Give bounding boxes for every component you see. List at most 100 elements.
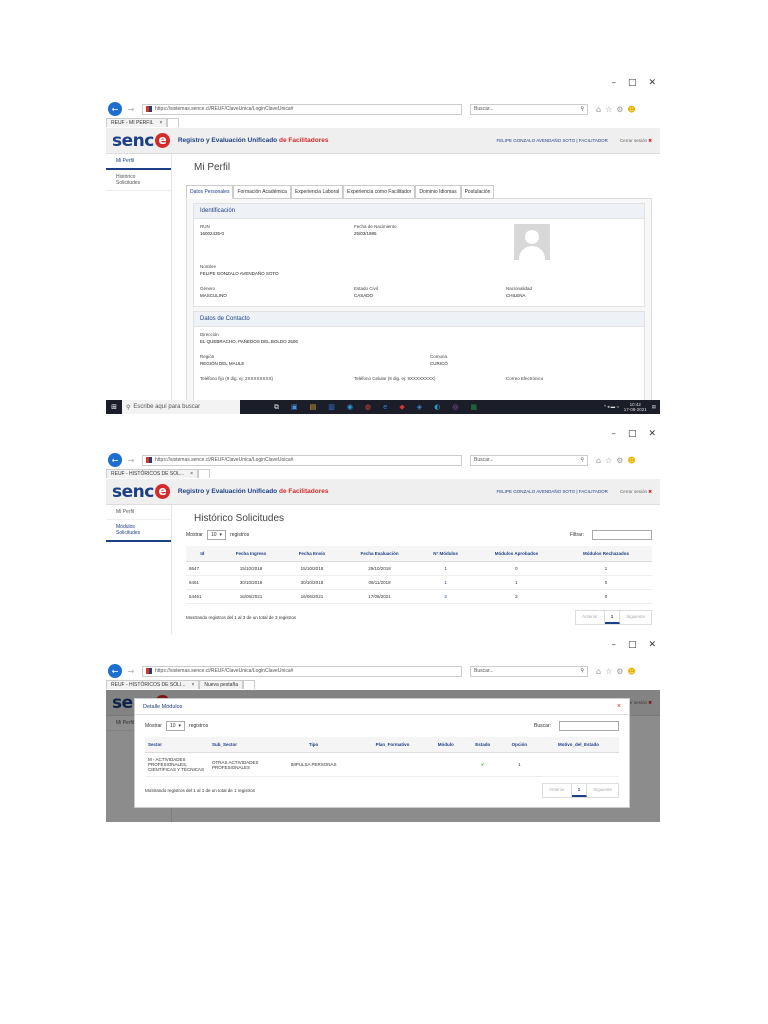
smiley-icon[interactable]: ☻ <box>627 456 635 465</box>
column-header[interactable]: Módulos Rechazados <box>560 546 652 562</box>
column-header[interactable]: Plan_Formativo <box>358 737 427 753</box>
cell-modules-link[interactable]: 1 <box>418 561 473 576</box>
tab-postulacion[interactable]: Postulación <box>460 185 495 199</box>
tab-idiomas[interactable]: Dominio Idiomas <box>415 185 461 199</box>
sidebar-item-mi-perfil[interactable]: Mi Perfil <box>106 505 171 520</box>
page-size-select[interactable]: 10 ▾ <box>206 530 227 540</box>
excel-icon[interactable]: ▦ <box>470 403 477 412</box>
column-header[interactable]: Id <box>186 546 219 562</box>
back-button[interactable]: ← <box>108 453 122 467</box>
url-input[interactable]: https://sistemas.sence.cl/REUF/ClaveUnic… <box>142 665 462 677</box>
logout-link[interactable]: Cerrar sesión ✖ <box>620 138 652 144</box>
close-window-button[interactable]: ✕ <box>648 78 656 96</box>
minimize-button[interactable]: – <box>611 429 616 447</box>
tab-close-icon[interactable]: × <box>190 471 193 477</box>
next-page-button[interactable]: Siguiente <box>587 784 618 797</box>
column-header[interactable]: Módulos Aprobados <box>472 546 561 562</box>
task-view-icon[interactable]: ⧉ <box>274 403 279 412</box>
column-header[interactable]: Estado <box>464 737 501 753</box>
column-header[interactable]: Motivo_del_Estado <box>537 737 619 753</box>
browser-tab-historico[interactable]: REUF - HISTÓRICOS DE SOLI... × <box>106 680 200 689</box>
forward-button[interactable]: → <box>124 453 138 467</box>
user-info[interactable]: FELIPE GONZALO AVENDAÑO SOTO | FACILITAD… <box>496 138 607 143</box>
browser-tab-new[interactable]: Nueva pestaña <box>199 680 244 689</box>
maximize-button[interactable]: □ <box>628 640 637 658</box>
page-1-button[interactable]: 1 <box>571 784 588 797</box>
tab-experiencia-laboral[interactable]: Experiencia Laboral <box>290 185 344 199</box>
cell-modules-link[interactable]: 1 <box>418 575 473 590</box>
settings-gear-icon[interactable]: ⚙ <box>616 456 623 465</box>
browser-search-input[interactable]: Buscar... ⚲ <box>470 103 588 115</box>
filter-input[interactable] <box>592 530 652 540</box>
app-icon[interactable]: ▥ <box>328 403 335 412</box>
close-icon[interactable]: × <box>617 703 621 710</box>
column-header[interactable]: Fecha Ingreso <box>218 546 284 562</box>
forward-button[interactable]: → <box>124 102 138 116</box>
taskbar-search[interactable]: ⚲ Escribe aquí para buscar <box>122 400 240 414</box>
favorites-star-icon[interactable]: ☆ <box>605 667 612 676</box>
browser-search-input[interactable]: Buscar... ⚲ <box>470 665 588 677</box>
app-icon[interactable]: ◐ <box>434 403 440 412</box>
next-page-button[interactable]: Siguiente <box>620 611 651 624</box>
column-header[interactable]: Tipo <box>269 737 359 753</box>
table-row[interactable]: 54461 16/06/2021 16/06/2021 17/06/2021 2… <box>186 589 652 604</box>
minimize-button[interactable]: – <box>611 640 616 658</box>
sidebar-item-modulos-solicitudes[interactable]: Módulos Solicitudes <box>106 520 171 542</box>
page-1-button[interactable]: 1 <box>604 611 621 624</box>
column-header[interactable]: N° Módulos <box>418 546 473 562</box>
app-icon[interactable]: ◆ <box>399 403 404 412</box>
tab-datos-personales[interactable]: Datos Personales <box>186 185 234 199</box>
column-header[interactable]: Módulo <box>426 737 465 753</box>
close-window-button[interactable]: ✕ <box>648 640 656 658</box>
table-row[interactable]: M - ACTIVIDADES PROFESIONALES, CIENTÍFIC… <box>145 752 619 777</box>
start-button[interactable]: ⊞ <box>106 403 122 411</box>
smiley-icon[interactable]: ☻ <box>627 667 635 676</box>
column-header[interactable]: Sub_Sector <box>209 737 269 753</box>
settings-gear-icon[interactable]: ⚙ <box>616 105 623 114</box>
browser-search-input[interactable]: Buscar... ⚲ <box>470 454 588 466</box>
forward-button[interactable]: → <box>124 664 138 678</box>
chrome-icon[interactable]: ◍ <box>365 403 371 412</box>
prev-page-button[interactable]: Anterior <box>543 784 572 797</box>
column-header[interactable]: Opción <box>500 737 538 753</box>
new-tab-button[interactable] <box>198 469 210 478</box>
edge-icon[interactable]: e <box>383 403 387 412</box>
settings-gear-icon[interactable]: ⚙ <box>616 667 623 676</box>
browser-tab-mi-perfil[interactable]: REUF - MI PERFIL × <box>106 118 168 127</box>
tab-formacion[interactable]: Formación Académica <box>233 185 291 199</box>
page-size-select[interactable]: 10 ▾ <box>165 721 186 731</box>
back-button[interactable]: ← <box>108 102 122 116</box>
tray-icons[interactable]: ^ ◂ ▬ ◃ <box>604 404 619 410</box>
close-window-button[interactable]: ✕ <box>648 429 656 447</box>
tab-experiencia-facilitador[interactable]: Experiencia como Facilitador <box>343 185 416 199</box>
sidebar-item-mi-perfil[interactable]: Mi Perfil <box>106 154 171 170</box>
column-header[interactable]: Fecha Envío <box>283 546 341 562</box>
maximize-button[interactable]: □ <box>628 429 637 447</box>
notification-icon[interactable]: ▤ <box>652 404 656 410</box>
home-icon[interactable]: ⌂ <box>596 667 601 676</box>
user-info[interactable]: FELIPE GONZALO AVENDAÑO SOTO | FACILITAD… <box>496 489 607 494</box>
clock[interactable]: 10:42 17-08-2021 <box>624 402 647 412</box>
table-row[interactable]: 8647 15/10/2018 15/10/2018 29/10/2018 1 … <box>186 561 652 576</box>
favorites-star-icon[interactable]: ☆ <box>605 456 612 465</box>
column-header[interactable]: Sector <box>145 737 209 753</box>
home-icon[interactable]: ⌂ <box>596 456 601 465</box>
tab-close-icon[interactable]: × <box>160 120 163 126</box>
app-icon[interactable]: ▣ <box>291 403 298 412</box>
smiley-icon[interactable]: ☻ <box>627 105 635 114</box>
url-input[interactable]: https://sistemas.sence.cl/REUF/ClaveUnic… <box>142 454 462 466</box>
logout-link[interactable]: Cerrar sesión ✖ <box>620 489 652 495</box>
url-input[interactable]: https://sistemas.sence.cl/REUF/ClaveUnic… <box>142 103 462 115</box>
app-icon[interactable]: ◈ <box>417 403 422 412</box>
maximize-button[interactable]: □ <box>628 78 637 96</box>
search-input[interactable] <box>559 721 619 731</box>
browser-tab-historico[interactable]: REUF - HISTÓRICOS DE SOL... × <box>106 469 198 478</box>
prev-page-button[interactable]: Anterior <box>576 611 605 624</box>
new-tab-button[interactable] <box>243 680 256 689</box>
app-icon[interactable]: ◉ <box>347 403 353 412</box>
app-icon[interactable]: ▤ <box>310 403 317 412</box>
app-icon[interactable]: ◎ <box>452 403 458 412</box>
sidebar-item-historico[interactable]: Histórico Solicitudes <box>106 170 171 191</box>
back-button[interactable]: ← <box>108 664 122 678</box>
cell-modules-link[interactable]: 2 <box>418 589 473 604</box>
